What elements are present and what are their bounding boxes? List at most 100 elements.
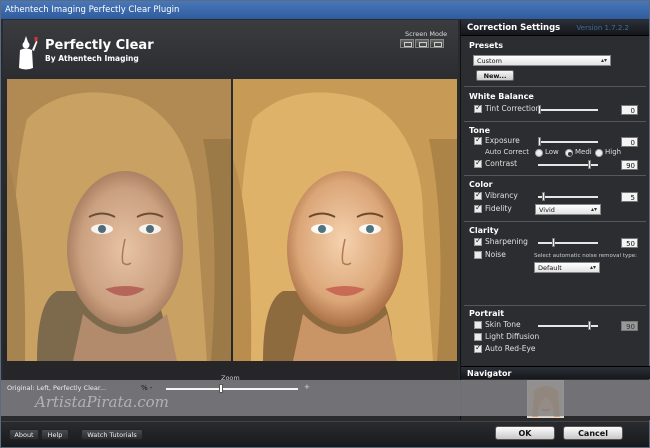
corrected-photo[interactable] — [233, 79, 457, 361]
sharpening-slider[interactable] — [538, 238, 598, 247]
correction-settings-panel: Correction Settings Version 1.7.2.2 Pres… — [460, 20, 650, 420]
vibrancy-label: Vibrancy — [485, 191, 518, 200]
preview-area: Perfectly Clear By Athentech Imaging Scr… — [3, 20, 458, 383]
original-photo[interactable] — [7, 79, 231, 361]
fidelity-row: Fidelity Vivid ▴▾ — [474, 203, 644, 215]
auto-correct-high-radio[interactable] — [595, 149, 603, 157]
settings-scroll: Presets Custom ▴▾ New... White Balance T… — [464, 37, 646, 362]
preset-value: Custom — [477, 57, 502, 65]
exposure-slider[interactable] — [538, 137, 598, 146]
slider-thumb[interactable] — [538, 137, 541, 146]
cancel-button[interactable]: Cancel — [563, 426, 623, 440]
fidelity-label: Fidelity — [485, 204, 512, 213]
chevron-down-icon: ▴▾ — [590, 206, 597, 213]
slider-thumb[interactable] — [588, 160, 591, 169]
slider-thumb[interactable] — [538, 105, 541, 114]
exposure-value[interactable]: 0 — [621, 137, 638, 147]
skin-tone-value[interactable]: 90 — [621, 321, 638, 331]
tint-correction-checkbox[interactable] — [474, 103, 482, 113]
single-view-icon[interactable] — [400, 39, 414, 48]
divider — [464, 221, 646, 222]
skin-tone-checkbox[interactable] — [474, 321, 482, 329]
exposure-row: Exposure 0 — [474, 135, 644, 147]
noise-value: Default — [538, 264, 562, 272]
preview-info-banner: Original: Left, Perfectly Clear... % - +… — [1, 380, 650, 416]
slider-thumb[interactable] — [552, 238, 555, 247]
panel-header: Correction Settings Version 1.7.2.2 — [461, 20, 649, 36]
skin-tone-label: Skin Tone — [485, 320, 521, 329]
plugin-window: Athentech Imaging Perfectly Clear Plugin… — [0, 0, 650, 448]
banner-caption: Original: Left, Perfectly Clear... — [7, 384, 107, 392]
presets-title: Presets — [469, 41, 504, 50]
light-diffusion-label: Light Diffusion — [485, 332, 540, 341]
tone-title: Tone — [469, 126, 491, 135]
vibrancy-row: Vibrancy 5 — [474, 190, 644, 202]
chevron-down-icon: ▴▾ — [600, 57, 607, 64]
auto-red-eye-checkbox[interactable] — [474, 343, 482, 353]
slider-thumb[interactable] — [588, 321, 591, 330]
tint-correction-value[interactable]: 0 — [621, 105, 638, 115]
auto-correct-low-radio[interactable] — [535, 149, 543, 157]
fidelity-value: Vivid — [539, 206, 555, 214]
auto-correct-medium-radio[interactable] — [565, 149, 573, 157]
panel-title: Correction Settings — [467, 23, 561, 33]
slider-thumb[interactable] — [542, 192, 545, 201]
screen-mode-label: Screen Mode — [405, 30, 448, 38]
divider — [464, 175, 646, 176]
lady-liberty-icon — [19, 36, 38, 70]
watch-tutorials-button[interactable]: Watch Tutorials — [81, 429, 143, 440]
vibrancy-slider[interactable] — [538, 192, 598, 201]
exposure-checkbox[interactable] — [474, 135, 482, 145]
fidelity-select[interactable]: Vivid ▴▾ — [535, 204, 601, 215]
brand-logo: Perfectly Clear By Athentech Imaging — [13, 32, 154, 76]
brand-subtitle: By Athentech Imaging — [45, 54, 139, 63]
auto-correct-label: Auto Correct — [485, 148, 530, 156]
contrast-checkbox[interactable] — [474, 158, 482, 168]
sharpening-value[interactable]: 50 — [621, 238, 638, 248]
auto-correct-medium-label: Medi — [575, 148, 592, 156]
watermark-text: ArtistaPirata.com — [35, 393, 169, 411]
preset-select[interactable]: Custom ▴▾ — [473, 55, 611, 66]
tint-correction-slider[interactable] — [538, 105, 598, 114]
sharpening-label: Sharpening — [485, 237, 528, 246]
zoom-slider[interactable] — [166, 384, 298, 393]
skin-tone-slider[interactable] — [538, 321, 598, 330]
color-title: Color — [469, 180, 493, 189]
bottom-bar: About Help Watch Tutorials OK Cancel — [1, 421, 649, 447]
noise-label: Noise — [485, 250, 506, 259]
side-by-side-icon[interactable] — [430, 39, 444, 48]
light-diffusion-row: Light Diffusion — [474, 332, 644, 343]
clarity-title: Clarity — [469, 226, 499, 235]
auto-red-eye-label: Auto Red-Eye — [485, 344, 536, 353]
chevron-down-icon: ▴▾ — [589, 264, 596, 271]
sharpening-checkbox[interactable] — [474, 236, 482, 246]
sharpening-row: Sharpening 50 — [474, 236, 644, 248]
noise-checkbox[interactable] — [474, 251, 482, 259]
light-diffusion-checkbox[interactable] — [474, 333, 482, 341]
version-label: Version 1.7.2.2 — [576, 24, 629, 32]
vibrancy-checkbox[interactable] — [474, 190, 482, 200]
contrast-value[interactable]: 90 — [621, 160, 638, 170]
contrast-label: Contrast — [485, 159, 518, 168]
window-title: Athentech Imaging Perfectly Clear Plugin — [1, 1, 649, 19]
zoom-in-icon[interactable]: + — [304, 383, 310, 391]
auto-correct-low-label: Low — [545, 148, 559, 156]
new-preset-button[interactable]: New... — [476, 70, 514, 81]
fidelity-checkbox[interactable] — [474, 203, 482, 213]
navigator-title: Navigator — [467, 369, 512, 378]
zoom-slider-thumb[interactable] — [219, 384, 223, 393]
divider — [464, 305, 646, 306]
help-button[interactable]: Help — [41, 429, 69, 440]
white-balance-title: White Balance — [469, 92, 534, 101]
noise-select[interactable]: Default ▴▾ — [534, 262, 600, 273]
divider — [464, 86, 646, 87]
brand-name: Perfectly Clear — [45, 38, 154, 53]
about-button[interactable]: About — [9, 429, 39, 440]
ok-button[interactable]: OK — [495, 426, 555, 440]
contrast-slider[interactable] — [538, 160, 598, 169]
auto-red-eye-row: Auto Red-Eye — [474, 343, 644, 355]
split-view-icon[interactable] — [415, 39, 429, 48]
tint-correction-label: Tint Correction — [485, 104, 541, 113]
vibrancy-value[interactable]: 5 — [621, 192, 638, 202]
divider — [464, 121, 646, 122]
